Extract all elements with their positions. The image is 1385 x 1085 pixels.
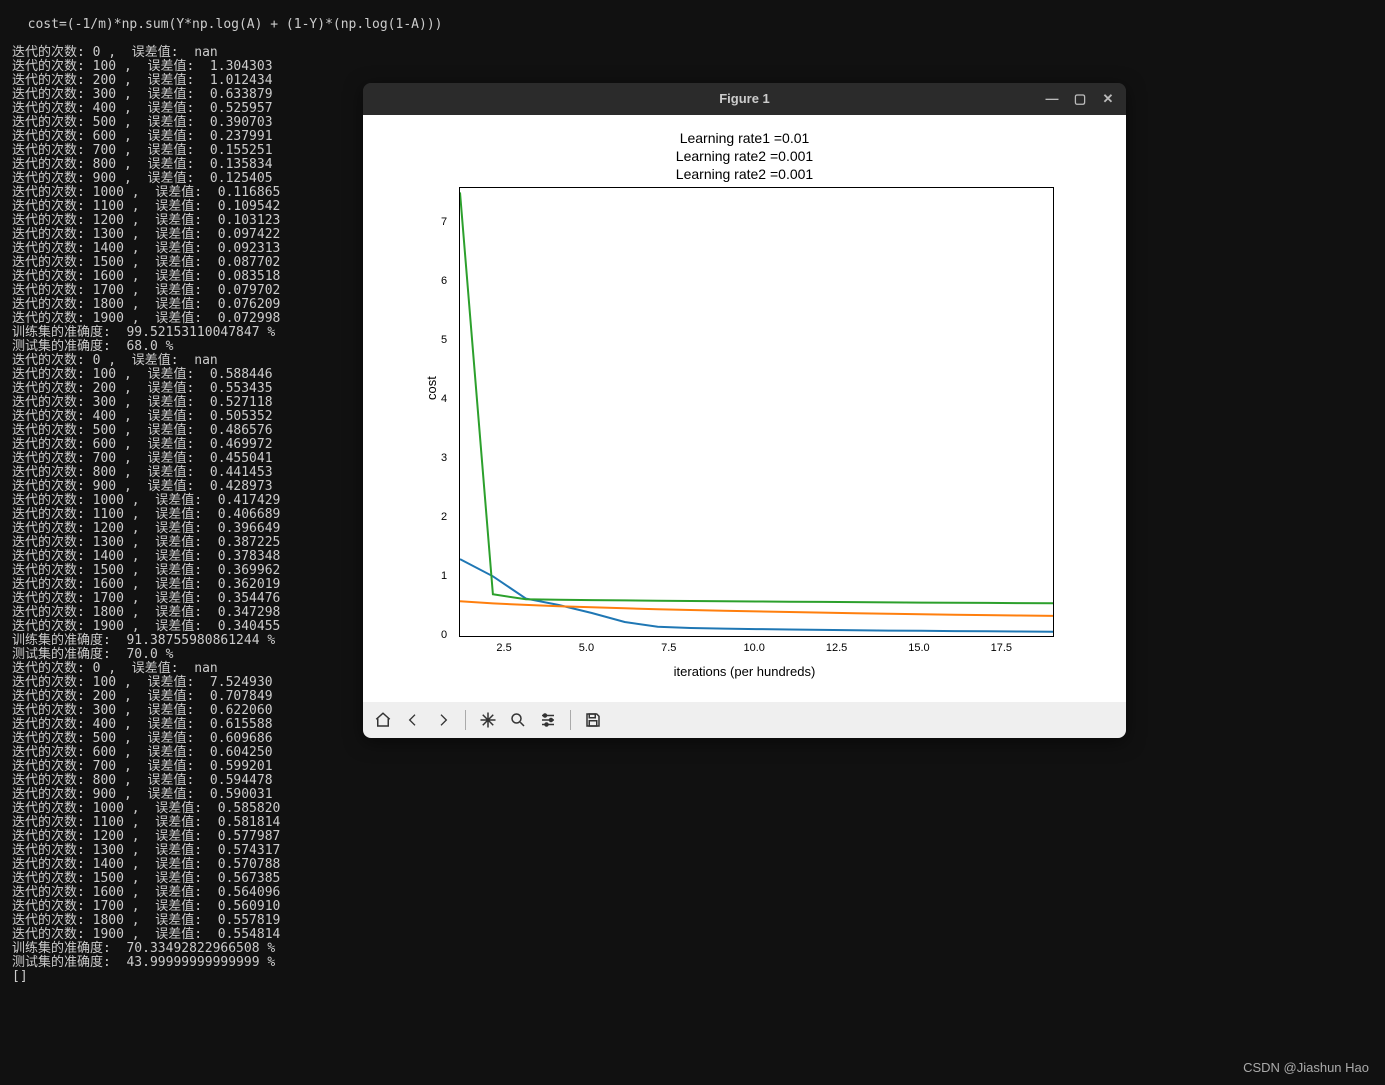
y-axis-label: cost [425,376,439,400]
code-line: cost=(-1/m)*np.sum(Y*np.log(A) + (1-Y)*(… [12,17,442,32]
plot-area [459,187,1054,637]
toolbar-separator [570,710,571,730]
y-tick: 1 [441,569,447,583]
y-tick: 6 [441,274,447,288]
forward-icon[interactable] [431,708,455,732]
x-tick: 10.0 [744,641,765,655]
window-titlebar[interactable]: Figure 1 — ▢ ✕ [363,83,1126,115]
configure-icon[interactable] [536,708,560,732]
window-title: Figure 1 [719,92,770,106]
y-tick: 7 [441,215,447,229]
back-icon[interactable] [401,708,425,732]
toolbar-separator [465,710,466,730]
series-line [460,559,1053,632]
zoom-icon[interactable] [506,708,530,732]
x-axis-label: iterations (per hundreds) [363,665,1126,679]
chart-title: Learning rate1 =0.01 Learning rate2 =0.0… [363,129,1126,183]
watermark: CSDN @Jiashun Hao [1243,1061,1369,1075]
x-tick: 15.0 [908,641,929,655]
figure-window: Figure 1 — ▢ ✕ Learning rate1 =0.01 Lear… [363,83,1126,738]
y-tick: 2 [441,510,447,524]
close-button[interactable]: ✕ [1096,87,1120,111]
matplotlib-toolbar [363,702,1126,738]
y-tick: 5 [441,333,447,347]
x-tick: 2.5 [496,641,511,655]
x-tick: 17.5 [991,641,1012,655]
home-icon[interactable] [371,708,395,732]
y-tick: 4 [441,392,447,406]
series-line [460,192,1053,603]
figure-canvas[interactable]: Learning rate1 =0.01 Learning rate2 =0.0… [363,115,1126,702]
pan-icon[interactable] [476,708,500,732]
chart-lines [460,188,1053,636]
save-icon[interactable] [581,708,605,732]
y-tick: 0 [441,628,447,642]
minimize-button[interactable]: — [1040,87,1064,111]
x-tick: 7.5 [661,641,676,655]
x-tick: 12.5 [826,641,847,655]
x-tick: 5.0 [579,641,594,655]
y-tick: 3 [441,451,447,465]
maximize-button[interactable]: ▢ [1068,87,1092,111]
